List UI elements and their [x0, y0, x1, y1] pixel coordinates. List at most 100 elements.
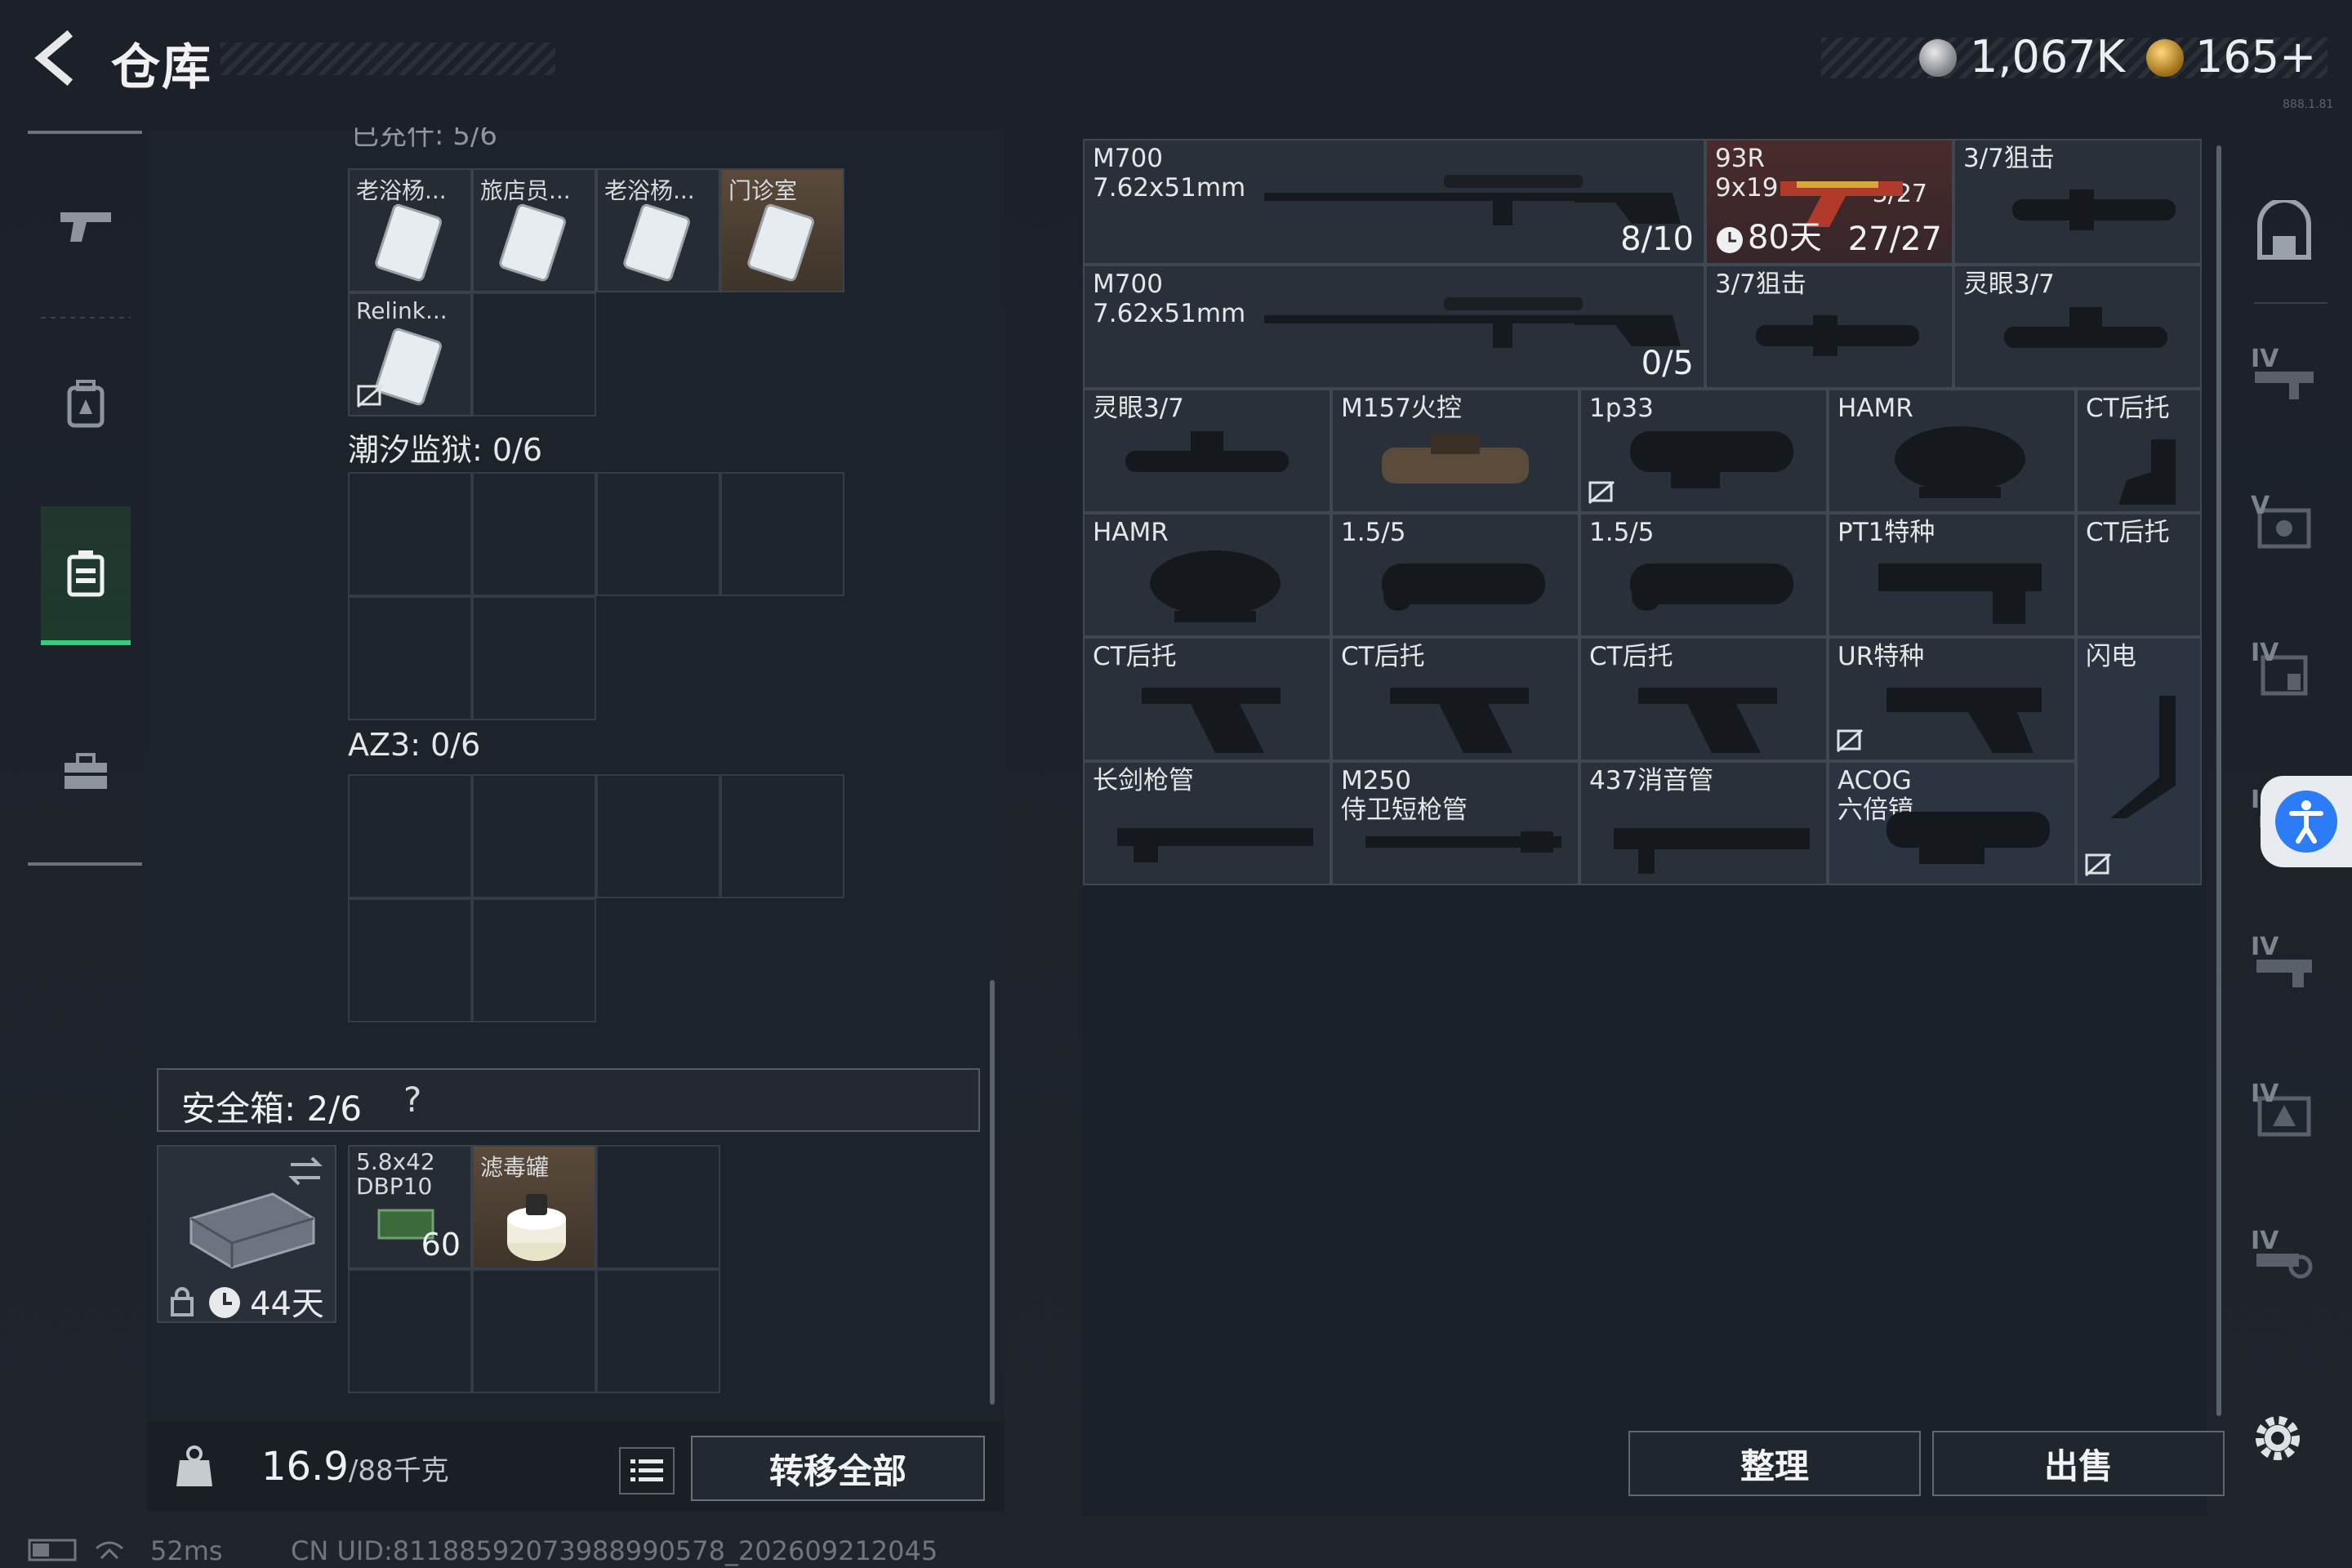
category-tool-button[interactable]: IV — [2239, 906, 2329, 1029]
empty-slot[interactable] — [472, 472, 596, 596]
category-rifle-button[interactable]: IV — [2239, 318, 2329, 441]
grip-item[interactable]: 闪电 — [2076, 637, 2202, 885]
settings-gear-icon[interactable] — [2249, 1410, 2306, 1467]
safe-box-header: 安全箱: 2/6 ? — [157, 1068, 980, 1132]
empty-slot[interactable] — [348, 774, 472, 898]
safe-box-help-button[interactable]: ? — [403, 1080, 421, 1120]
accessibility-icon — [2275, 791, 2337, 853]
category-misc-button[interactable]: IV — [2239, 1200, 2329, 1323]
container-item[interactable]: 老浴杨... — [348, 168, 472, 292]
empty-slot[interactable] — [472, 898, 596, 1022]
item-name: M157火控 — [1341, 394, 1462, 423]
empty-slot[interactable] — [472, 774, 596, 898]
item-name: 旅店员... — [480, 177, 571, 204]
stash-scrollbar[interactable] — [2216, 145, 2221, 1416]
back-arrow-icon[interactable] — [28, 29, 85, 87]
item-name: CT后托 — [2086, 394, 2170, 423]
empty-slot[interactable] — [596, 774, 720, 898]
item-name: 门诊室 — [728, 177, 798, 204]
barrel-item[interactable]: 长剑枪管 — [1083, 761, 1331, 885]
nav-container-button[interactable] — [41, 506, 131, 645]
scope-item[interactable]: 3/7狙击 — [1705, 265, 1953, 389]
stock-item[interactable]: CT后托 — [2076, 389, 2202, 513]
item-name: 3/7狙击 — [1963, 144, 2055, 173]
list-icon — [630, 1459, 663, 1481]
tier-label: IV — [2251, 1080, 2279, 1108]
suppressor-item[interactable]: 437消音管 — [1579, 761, 1828, 885]
item-name: M700 7.62x51mm — [1093, 270, 1246, 328]
swap-icon[interactable] — [287, 1155, 323, 1187]
scope-item[interactable]: 3/7狙击 — [1953, 139, 2202, 265]
stock-item[interactable]: CT后托 — [1083, 637, 1331, 761]
scope-item[interactable]: 1.5/5 — [1331, 513, 1579, 637]
weight-current: 16.9 — [261, 1444, 349, 1490]
empty-slot[interactable] — [720, 774, 844, 898]
category-all-button[interactable] — [2239, 172, 2329, 294]
fire-control-icon — [1382, 434, 1529, 483]
rifle-item[interactable]: M700 7.62x51mm 8/10 — [1083, 139, 1705, 265]
ping-value: 52ms — [150, 1535, 223, 1566]
list-view-button[interactable] — [619, 1447, 675, 1494]
sort-button[interactable]: 整理 — [1628, 1431, 1921, 1496]
scope-item[interactable]: 1p33 — [1579, 389, 1828, 513]
item-name: UR特种 — [1838, 642, 1925, 671]
category-bag-button[interactable]: IV — [2239, 612, 2329, 735]
nav-toolbox-button[interactable] — [41, 702, 131, 841]
currency-gold-value[interactable]: 165+ — [2195, 31, 2316, 82]
fire-control-item[interactable]: M157火控 — [1331, 389, 1579, 513]
accessibility-button[interactable] — [2261, 776, 2352, 867]
nav-weapons-button[interactable] — [41, 155, 131, 294]
scope-item[interactable]: HAMR — [1083, 513, 1331, 637]
empty-slot[interactable] — [472, 292, 596, 416]
transfer-all-button[interactable]: 转移全部 — [691, 1436, 985, 1501]
empty-slot[interactable] — [348, 596, 472, 720]
pistol-item[interactable]: 93R 9x19mm 3/27 80天 27/27 — [1705, 139, 1953, 265]
stock-item[interactable]: PT1特种 — [1828, 513, 2076, 637]
empty-slot[interactable] — [596, 1145, 720, 1269]
currency-silver-value[interactable]: 1,067K — [1970, 31, 2125, 82]
container-item[interactable]: 老浴杨... — [596, 168, 720, 292]
scope-item[interactable]: 灵眼3/7 — [1083, 389, 1331, 513]
container-item[interactable]: 门诊室 — [720, 168, 844, 292]
container-item[interactable]: Relink... — [348, 292, 472, 416]
barrel-icon — [1365, 831, 1561, 853]
empty-slot[interactable] — [596, 472, 720, 596]
barrel-item[interactable]: M250 侍卫短枪管 — [1331, 761, 1579, 885]
empty-slot[interactable] — [348, 1269, 472, 1393]
empty-slot[interactable] — [348, 898, 472, 1022]
stock-icon — [1390, 688, 1529, 753]
empty-slot[interactable] — [348, 472, 472, 596]
empty-slot[interactable] — [720, 472, 844, 596]
gas-filter-item[interactable]: 滤毒罐 — [472, 1145, 596, 1269]
scope-item[interactable]: ACOG 六倍镜 — [1828, 761, 2076, 885]
stock-item[interactable]: CT后托 — [2076, 513, 2202, 637]
scope-item[interactable]: HAMR — [1828, 389, 2076, 513]
stock-item[interactable]: UR特种 — [1828, 637, 2076, 761]
item-name: 老浴杨... — [356, 177, 447, 204]
container-scrollbar[interactable] — [990, 980, 995, 1405]
stock-item[interactable]: CT后托 — [1331, 637, 1579, 761]
rifle-item[interactable]: M700 7.62x51mm 0/5 — [1083, 265, 1705, 389]
weight-value: 16.9/88千克 — [261, 1444, 449, 1490]
title-stripe-decoration — [220, 42, 555, 75]
stock-item[interactable]: CT后托 — [1579, 637, 1828, 761]
nav-backpack-button[interactable] — [41, 335, 131, 474]
safe-case-tile[interactable]: 44天 — [157, 1145, 336, 1323]
rail-bottom-line — [28, 862, 142, 866]
category-medical-button[interactable]: IV — [2239, 1054, 2329, 1176]
ammo-item[interactable]: 5.8x42 DBP10 60 — [348, 1145, 472, 1269]
empty-slot[interactable] — [472, 1269, 596, 1393]
version-tag: 888.1.81 — [2283, 98, 2334, 111]
scope-item[interactable]: 灵眼3/7 — [1953, 265, 2202, 389]
item-name: 灵眼3/7 — [1093, 394, 1184, 423]
category-armor-button[interactable]: V — [2239, 466, 2329, 588]
scope-item[interactable]: 1.5/5 — [1579, 513, 1828, 637]
left-nav-rail — [28, 131, 142, 874]
pistol-icon — [60, 212, 111, 242]
scope-icon — [1125, 431, 1289, 472]
sell-button[interactable]: 出售 — [1932, 1431, 2225, 1496]
empty-slot[interactable] — [596, 1269, 720, 1393]
keycard-icon — [499, 203, 566, 282]
empty-slot[interactable] — [472, 596, 596, 720]
container-item[interactable]: 旅店员... — [472, 168, 596, 292]
